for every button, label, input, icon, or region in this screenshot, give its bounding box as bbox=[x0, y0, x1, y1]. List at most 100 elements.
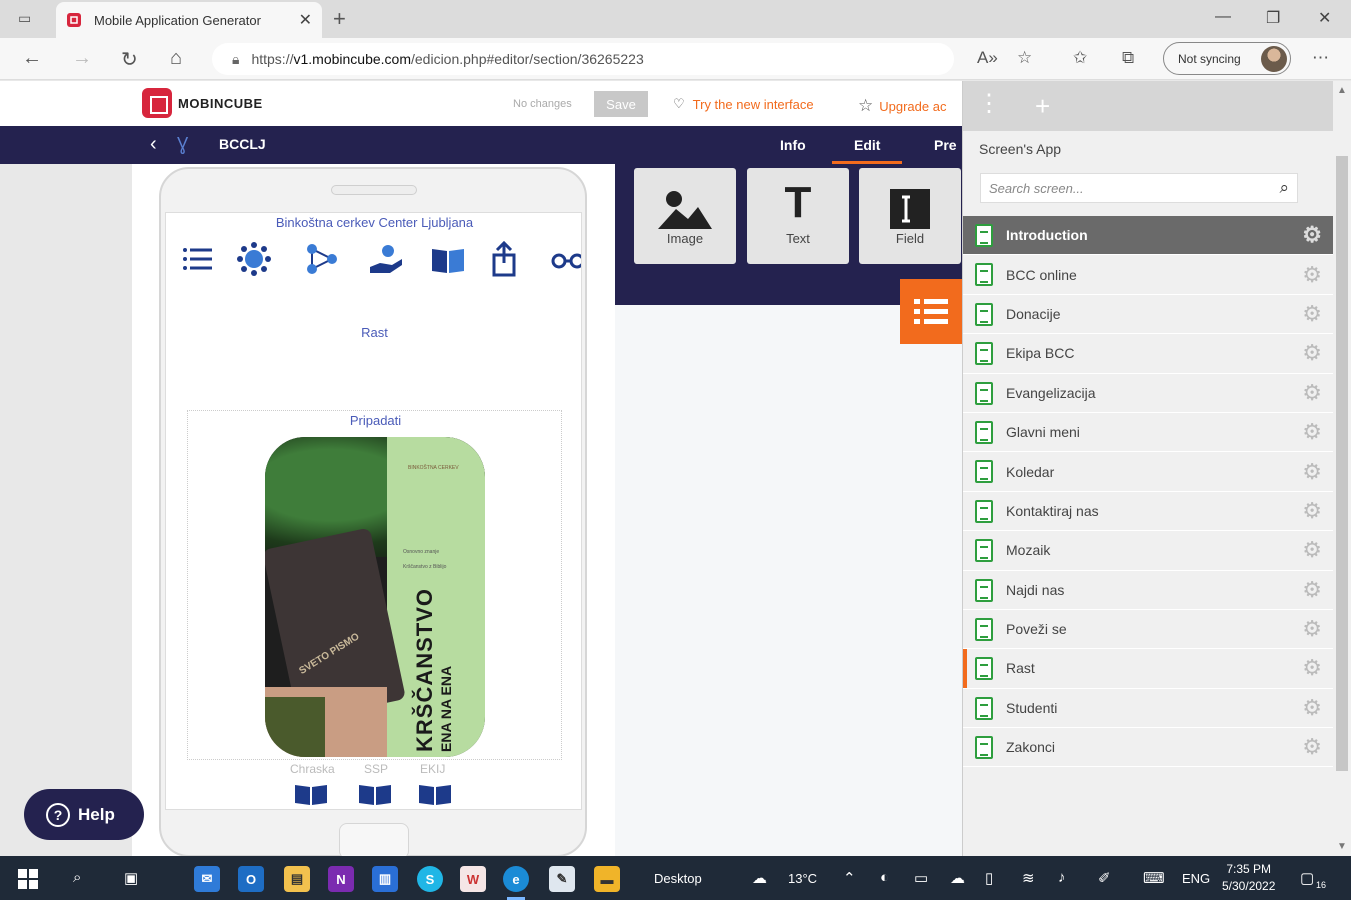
screen-list-item[interactable]: Koledar ⚙ bbox=[963, 452, 1334, 492]
screen-tree-icon[interactable]: ⋮ bbox=[977, 89, 1001, 118]
notifications-icon[interactable]: ▢ bbox=[1300, 869, 1314, 887]
scroll-up-icon[interactable]: ▲ bbox=[1337, 85, 1347, 96]
back-icon[interactable]: ← bbox=[22, 47, 42, 70]
onedrive-tray-icon[interactable]: ◐ bbox=[880, 869, 889, 886]
image-component-button[interactable]: Image bbox=[634, 168, 736, 264]
screen-list-item[interactable]: Ekipa BCC ⚙ bbox=[963, 334, 1334, 374]
community-icon[interactable] bbox=[236, 241, 272, 277]
desktop-label[interactable]: Desktop bbox=[654, 871, 702, 886]
keyboard-tray-icon[interactable]: ⌨ bbox=[1143, 869, 1165, 887]
scroll-down-icon[interactable]: ▼ bbox=[1337, 841, 1347, 852]
refresh-icon[interactable]: ↻ bbox=[121, 47, 138, 72]
file-explorer-pin-icon[interactable]: ▤ bbox=[284, 866, 310, 892]
gear-icon[interactable]: ⚙ bbox=[1302, 577, 1322, 603]
gear-icon[interactable]: ⚙ bbox=[1302, 498, 1322, 524]
screen-list-item[interactable]: Kontaktiraj nas ⚙ bbox=[963, 491, 1334, 532]
onenote-app-icon[interactable]: N bbox=[328, 866, 354, 892]
minimize-icon[interactable]: — bbox=[1215, 8, 1231, 26]
close-tab-icon[interactable]: ✕ bbox=[299, 10, 312, 30]
book-icon-chraska[interactable] bbox=[294, 782, 328, 806]
gear-icon[interactable]: ⚙ bbox=[1302, 340, 1322, 366]
favorites-icon[interactable]: ✩ bbox=[1073, 48, 1087, 68]
save-button[interactable]: Save bbox=[594, 91, 648, 117]
upgrade-link[interactable]: ☆ Upgrade ac bbox=[858, 96, 946, 116]
church-name-label[interactable]: Binkoštna cerkev Center Ljubljana bbox=[166, 215, 581, 230]
pripadati-container[interactable]: Pripadati BINKOŠTNA CERKEV Osnovno znanj… bbox=[187, 410, 562, 760]
mobincube-logo[interactable]: MOBINCUBE bbox=[142, 88, 263, 118]
screen-list-item[interactable]: Donacije ⚙ bbox=[963, 294, 1334, 335]
screen-search-input[interactable]: Search screen... ⌕ bbox=[980, 173, 1298, 203]
panel-scrollbar[interactable]: ▲ ▼ bbox=[1333, 81, 1351, 856]
maximize-icon[interactable]: ❐ bbox=[1266, 8, 1280, 28]
wifi-tray-icon[interactable]: ≋ bbox=[1022, 869, 1035, 887]
volume-tray-icon[interactable]: ♪ bbox=[1058, 869, 1066, 886]
gear-icon[interactable]: ⚙ bbox=[1302, 695, 1322, 721]
skype-app-icon[interactable]: S bbox=[417, 866, 443, 892]
gear-icon[interactable]: ⚙ bbox=[1302, 380, 1322, 406]
profile-sync-button[interactable]: Not syncing bbox=[1163, 42, 1291, 75]
share-icon[interactable] bbox=[486, 241, 522, 277]
tab-preview[interactable]: Pre bbox=[934, 137, 957, 153]
rast-label[interactable]: Rast bbox=[166, 325, 581, 340]
language-indicator[interactable]: ENG bbox=[1182, 871, 1210, 886]
mail-app-icon[interactable]: ✉ bbox=[194, 866, 220, 892]
text-component-button[interactable]: T Text bbox=[747, 168, 849, 264]
search-taskbar-icon[interactable]: ⌕ bbox=[73, 869, 81, 886]
clock[interactable]: 7:35 PM 5/30/2022 bbox=[1222, 861, 1275, 895]
screen-list-item[interactable]: Glavni meni ⚙ bbox=[963, 412, 1334, 453]
browser-tab[interactable]: Mobile Application Generator ✕ bbox=[56, 2, 322, 38]
glasses-icon[interactable] bbox=[550, 241, 582, 277]
donate-hand-icon[interactable] bbox=[368, 241, 404, 277]
gear-icon[interactable]: ⚙ bbox=[1302, 262, 1322, 288]
help-button[interactable]: ? Help bbox=[24, 789, 144, 840]
poster-image[interactable]: BINKOŠTNA CERKEV Osnovno znanje Krščanst… bbox=[265, 437, 485, 757]
screen-list-item[interactable]: Najdi nas ⚙ bbox=[963, 570, 1334, 610]
screen-list-item[interactable]: Introduction ⚙ bbox=[963, 216, 1334, 256]
gear-icon[interactable]: ⚙ bbox=[1302, 459, 1322, 485]
folder-app-icon[interactable]: ▬ bbox=[594, 866, 620, 892]
back-chevron-icon[interactable]: ‹ bbox=[150, 133, 157, 156]
new-tab-icon[interactable]: + bbox=[333, 6, 346, 32]
tab-edit[interactable]: Edit bbox=[831, 137, 904, 165]
windows-start-icon[interactable] bbox=[18, 869, 38, 889]
gear-icon[interactable]: ⚙ bbox=[1302, 301, 1322, 327]
screen-list-item[interactable]: BCC online ⚙ bbox=[963, 255, 1334, 295]
notepad-app-icon[interactable]: ✎ bbox=[549, 866, 575, 892]
screen-list-item[interactable]: Rast ⚙ bbox=[963, 649, 1334, 689]
gear-icon[interactable]: ⚙ bbox=[1302, 419, 1322, 445]
list-menu-icon[interactable] bbox=[180, 241, 216, 277]
temperature[interactable]: 13°C bbox=[788, 871, 817, 886]
book-icon-ekij[interactable] bbox=[418, 782, 452, 806]
add-favorite-icon[interactable]: ☆ bbox=[1017, 48, 1032, 68]
tab-actions-icon[interactable]: ▭ bbox=[18, 10, 31, 27]
edge-browser-icon[interactable]: e bbox=[503, 866, 529, 900]
cloud-tray-icon[interactable]: ☁ bbox=[950, 869, 965, 887]
more-menu-icon[interactable]: ⋯ bbox=[1312, 48, 1329, 68]
gear-icon[interactable]: ⚙ bbox=[1302, 222, 1322, 248]
pen-tray-icon[interactable]: ✐ bbox=[1098, 869, 1111, 887]
lock-icon[interactable]: 🔒︎ bbox=[232, 51, 239, 68]
battery-tray-icon[interactable]: ▯ bbox=[985, 869, 993, 887]
read-aloud-icon[interactable]: A» bbox=[977, 48, 998, 68]
task-view-icon[interactable]: ▣ bbox=[124, 869, 138, 887]
gear-icon[interactable]: ⚙ bbox=[1302, 655, 1322, 681]
search-icon[interactable]: ⌕ bbox=[1279, 178, 1289, 198]
gear-icon[interactable]: ⚙ bbox=[1302, 734, 1322, 760]
screen-list-item[interactable]: Studenti ⚙ bbox=[963, 688, 1334, 729]
try-new-interface-link[interactable]: ♡ Try the new interface bbox=[673, 96, 814, 112]
show-hidden-icons[interactable]: ⌃ bbox=[843, 869, 856, 887]
field-component-button[interactable]: Field bbox=[859, 168, 961, 264]
weather-icon[interactable]: ☁ bbox=[752, 869, 767, 887]
gear-icon[interactable]: ⚙ bbox=[1302, 616, 1322, 642]
bible-icon[interactable] bbox=[430, 241, 466, 277]
office-app-icon[interactable]: W bbox=[460, 866, 486, 892]
outlook-app-icon[interactable]: O bbox=[238, 866, 264, 892]
screen-list-item[interactable]: Evangelizacija ⚙ bbox=[963, 373, 1334, 413]
screen-list-item[interactable]: Poveži se ⚙ bbox=[963, 609, 1334, 650]
close-window-icon[interactable]: ✕ bbox=[1318, 8, 1331, 28]
address-bar[interactable]: 🔒︎ https://v1.mobincube.com/edicion.php#… bbox=[212, 43, 954, 75]
screen-list-toggle-button[interactable] bbox=[900, 279, 962, 344]
add-screen-icon[interactable]: + bbox=[1035, 91, 1050, 122]
home-icon[interactable]: ⌂ bbox=[170, 47, 182, 70]
screen-list-item[interactable]: Mozaik ⚙ bbox=[963, 531, 1334, 571]
